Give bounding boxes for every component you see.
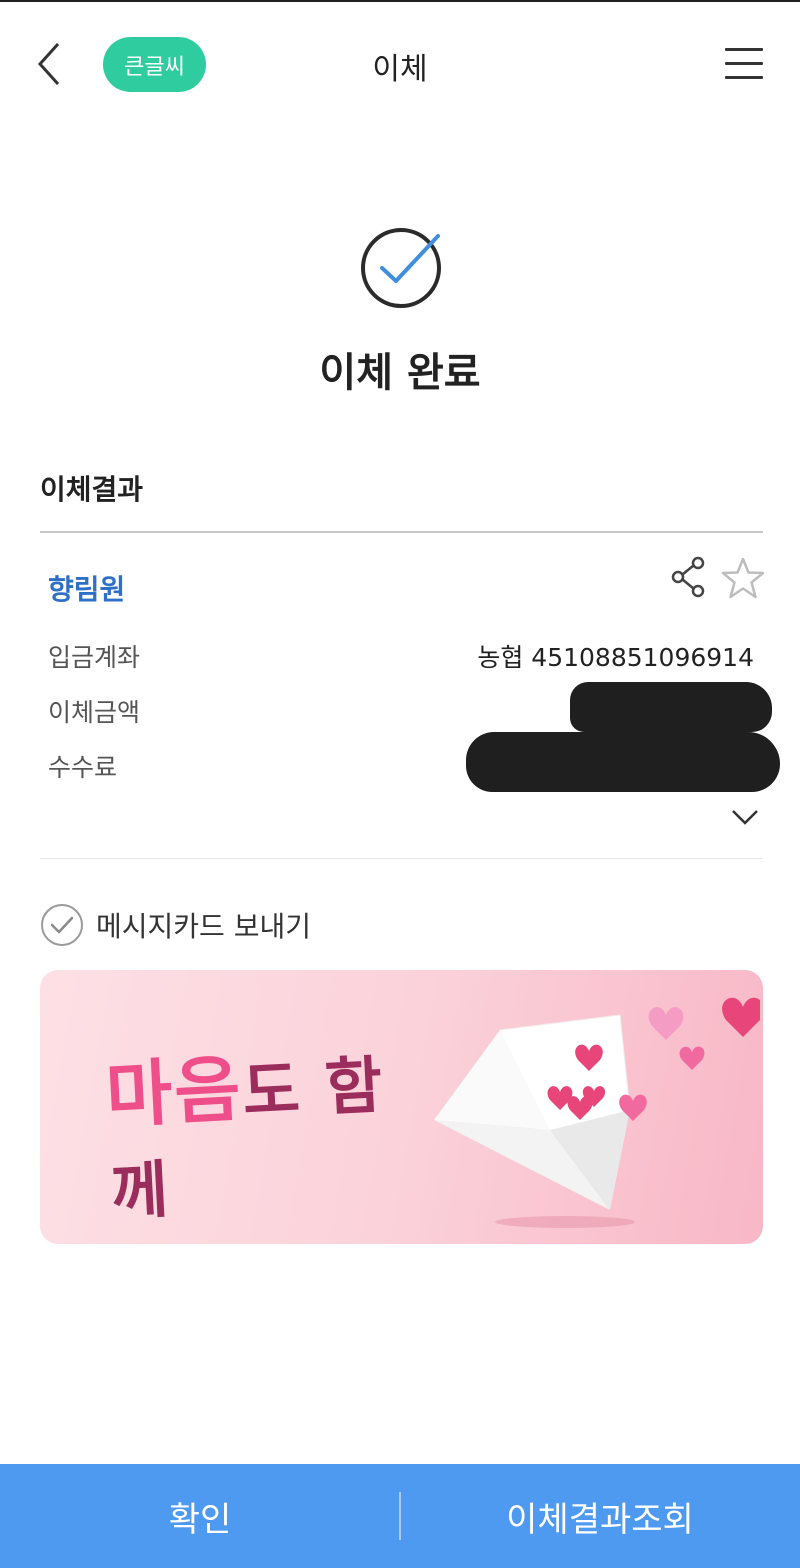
large-text-label: 큰글씨 <box>124 54 185 80</box>
chevron-down-icon[interactable] <box>730 806 760 828</box>
app-header: 큰글씨 이체 <box>0 2 800 122</box>
banner-line1-emphasis: 마음 <box>103 1045 245 1138</box>
section-divider <box>40 531 763 533</box>
page-title: 이체 <box>372 52 428 87</box>
check-circle-icon <box>361 228 441 308</box>
recipient-name: 향림원 <box>48 573 126 606</box>
message-card-banner[interactable]: 마음도 함께 보내세요! <box>40 970 763 1244</box>
message-card-label: 메시지카드 보내기 <box>96 910 311 943</box>
checkbox-icon[interactable] <box>40 903 84 947</box>
message-card-option[interactable]: 메시지카드 보내기 <box>40 902 311 948</box>
back-arrow-icon[interactable] <box>30 38 70 90</box>
transfer-amount-label: 이체금액 <box>48 698 141 727</box>
result-section-title: 이체결과 <box>40 473 144 506</box>
deposit-account-value: 농협 451088510969​14 <box>477 643 754 672</box>
confirm-button[interactable]: 확인 <box>0 1464 400 1568</box>
envelope-hearts-illustration <box>434 997 760 1228</box>
fee-label: 수수료 <box>48 753 118 782</box>
details-divider <box>40 858 763 859</box>
banner-text: 마음도 함께 보내세요! <box>103 1020 447 1244</box>
share-icon[interactable] <box>670 556 706 598</box>
deposit-account-label: 입금계좌 <box>48 643 141 672</box>
large-text-toggle[interactable]: 큰글씨 <box>103 37 206 92</box>
star-icon[interactable] <box>720 556 766 600</box>
redaction-mark <box>570 682 772 732</box>
redaction-mark <box>466 732 780 792</box>
transfer-result-query-button[interactable]: 이체결과조회 <box>400 1464 800 1568</box>
hamburger-menu-icon[interactable] <box>722 44 766 84</box>
bottom-action-bar: 확인 이체결과조회 <box>0 1464 800 1568</box>
transfer-complete-heading: 이체 완료 <box>319 350 481 396</box>
